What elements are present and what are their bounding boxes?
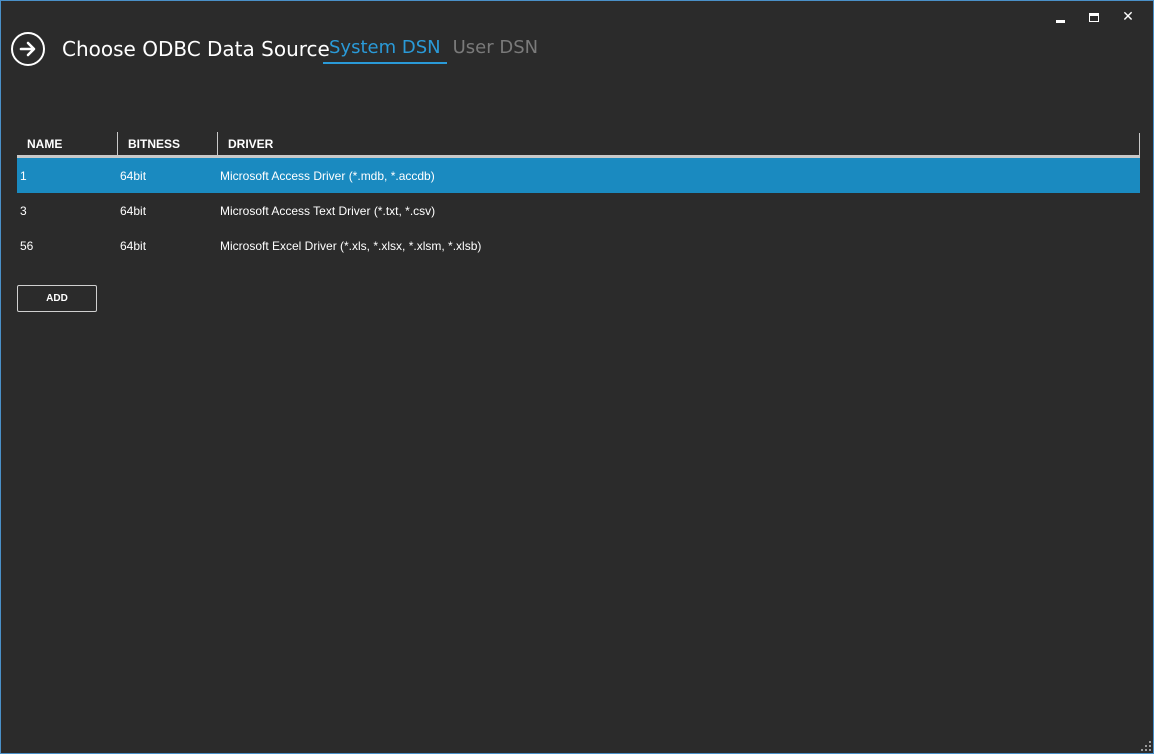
column-header-name[interactable]: NAME	[17, 132, 117, 157]
page-title: Choose ODBC Data Source	[62, 37, 330, 61]
cell-bitness: 64bit	[120, 238, 147, 253]
cell-driver: Microsoft Access Text Driver (*.txt, *.c…	[220, 203, 436, 218]
app-window: ✕ Choose ODBC Data Source System DSN Use…	[0, 0, 1154, 754]
table-row[interactable]: 1 64bit Microsoft Access Driver (*.mdb, …	[17, 158, 1140, 193]
cell-driver: Microsoft Access Driver (*.mdb, *.accdb)	[220, 168, 435, 183]
cell-name: 1	[20, 168, 27, 183]
resize-grip-icon[interactable]	[1141, 741, 1151, 751]
minimize-button[interactable]	[1043, 7, 1077, 27]
cell-bitness: 64bit	[120, 168, 147, 183]
table-row[interactable]: 56 64bit Microsoft Excel Driver (*.xls, …	[17, 228, 1140, 263]
tab-user-dsn[interactable]: User DSN	[447, 37, 545, 64]
close-button[interactable]: ✕	[1111, 7, 1145, 27]
add-button[interactable]: ADD	[17, 285, 97, 312]
data-source-table: NAME BITNESS DRIVER 1 64bit Microsoft Ac…	[17, 131, 1140, 263]
maximize-icon	[1089, 12, 1099, 22]
maximize-button[interactable]	[1077, 7, 1111, 27]
minimize-icon	[1055, 19, 1065, 23]
dsn-tabs: System DSN User DSN	[323, 37, 544, 64]
cell-bitness: 64bit	[120, 203, 147, 218]
column-header-driver[interactable]: DRIVER	[217, 131, 1140, 157]
table-row[interactable]: 3 64bit Microsoft Access Text Driver (*.…	[17, 193, 1140, 228]
tab-system-dsn[interactable]: System DSN	[323, 37, 447, 64]
cell-name: 56	[20, 238, 34, 253]
column-divider	[1139, 133, 1140, 158]
cell-driver: Microsoft Excel Driver (*.xls, *.xlsx, *…	[220, 238, 482, 253]
column-header-bitness[interactable]: BITNESS	[117, 131, 217, 157]
window-controls: ✕	[1043, 7, 1145, 27]
close-icon: ✕	[1122, 9, 1134, 25]
cell-name: 3	[20, 203, 27, 218]
back-button[interactable]	[11, 32, 45, 66]
arrow-right-icon	[19, 41, 36, 57]
table-header: NAME BITNESS DRIVER	[17, 131, 1140, 158]
